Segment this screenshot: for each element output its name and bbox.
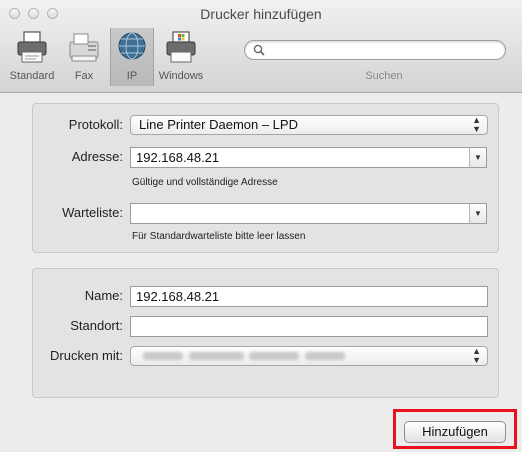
toolbar-item-standard[interactable]: Standard — [6, 28, 58, 86]
location-label: Standort: — [70, 318, 123, 333]
search-input[interactable] — [244, 40, 506, 60]
location-field[interactable] — [130, 316, 488, 337]
queue-hint: Für Standardwarteliste bitte leer lassen — [132, 231, 306, 242]
toolbar-item-ip[interactable]: IP — [110, 28, 154, 86]
redacted-driver-text — [143, 352, 183, 360]
window-title: Drucker hinzufügen — [200, 6, 322, 22]
redacted-driver-text — [189, 352, 244, 360]
toolbar-item-fax[interactable]: Fax — [66, 28, 102, 86]
printer-details-group: Name: 192.168.48.21 Standort: Drucken mi… — [32, 268, 499, 398]
protocol-value: Line Printer Daemon – LPD — [139, 117, 298, 132]
redacted-driver-text — [305, 352, 345, 360]
protocol-label: Protokoll: — [68, 117, 123, 132]
fax-icon — [69, 33, 99, 62]
redacted-driver-text — [249, 352, 299, 360]
updown-arrows-icon: ▲ ▼ — [472, 115, 481, 134]
search-icon — [253, 44, 265, 56]
protocol-select[interactable]: Line Printer Daemon – LPD ▲ ▼ — [130, 115, 488, 135]
name-label: Name: — [84, 288, 123, 303]
name-field[interactable]: 192.168.48.21 — [130, 286, 488, 307]
toolbar-label-ip: IP — [126, 70, 138, 82]
highlight-box — [393, 409, 517, 449]
queue-label: Warteliste: — [62, 205, 123, 220]
driver-label: Drucken mit: — [50, 348, 123, 363]
search-label: Suchen — [365, 70, 403, 82]
ip-globe-icon — [118, 32, 146, 60]
chevron-down-icon: ▼ — [474, 153, 482, 162]
toolbar-label-fax: Fax — [74, 70, 94, 82]
queue-field[interactable] — [130, 203, 470, 224]
windows-printer-icon — [166, 31, 196, 63]
queue-history-button[interactable]: ▼ — [469, 203, 487, 224]
toolbar-item-windows[interactable]: Windows — [156, 28, 206, 86]
updown-arrows-icon: ▲ ▼ — [472, 346, 481, 365]
address-label: Adresse: — [71, 149, 123, 164]
chevron-down-icon: ▼ — [474, 209, 482, 218]
toolbar: Drucker hinzufügen Standard Fax IP Windo… — [0, 0, 522, 93]
toolbar-label-standard: Standard — [9, 70, 55, 82]
toolbar-label-windows: Windows — [158, 70, 204, 82]
address-hint: Gültige und vollständige Adresse — [132, 177, 278, 188]
address-history-button[interactable]: ▼ — [469, 147, 487, 168]
driver-select[interactable]: ▲ ▼ — [130, 346, 488, 366]
add-printer-window: Drucker hinzufügen Standard Fax IP Windo… — [0, 0, 522, 452]
connection-group: Protokoll: Line Printer Daemon – LPD ▲ ▼ … — [32, 103, 499, 253]
address-field[interactable]: 192.168.48.21 — [130, 147, 470, 168]
default-printer-icon — [17, 31, 47, 63]
